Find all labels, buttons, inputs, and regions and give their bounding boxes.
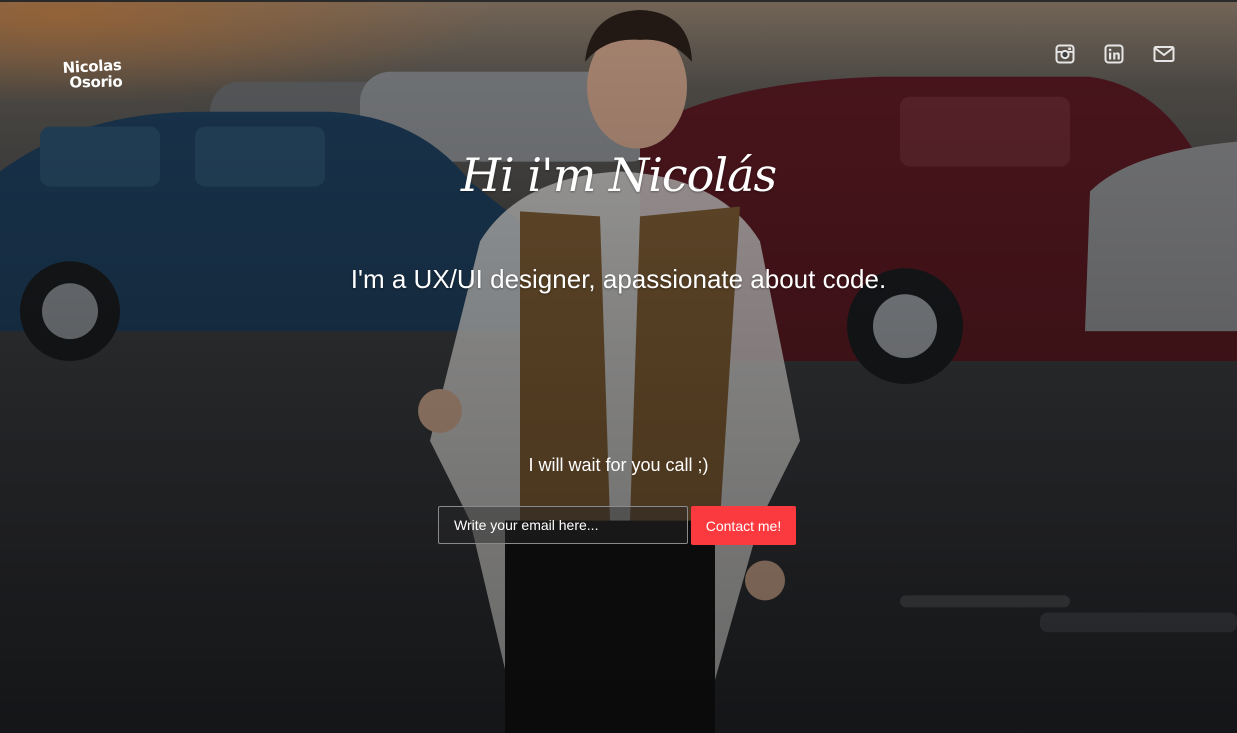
call-to-action-text: I will wait for you call ;) — [528, 455, 709, 475]
logo-line-last: Osorio — [69, 72, 123, 92]
greeting-heading: Hi i'm Nicolás — [460, 148, 777, 202]
mail-icon[interactable] — [1153, 44, 1175, 64]
tagline-text: I'm a UX/UI designer, apassionate about … — [350, 264, 887, 294]
site-logo[interactable]: Nicolas Osorio — [62, 56, 140, 92]
hero-section: Nicolas Osorio Hi i'm Nicolás I'm a UX/U… — [0, 0, 1237, 733]
background-overlay — [0, 2, 1237, 733]
instagram-icon[interactable] — [1055, 44, 1075, 64]
contact-form: Contact me! — [438, 506, 796, 545]
social-links — [1055, 44, 1175, 64]
linkedin-icon[interactable] — [1104, 44, 1124, 64]
email-input[interactable] — [438, 506, 688, 544]
contact-me-button[interactable]: Contact me! — [691, 506, 796, 545]
